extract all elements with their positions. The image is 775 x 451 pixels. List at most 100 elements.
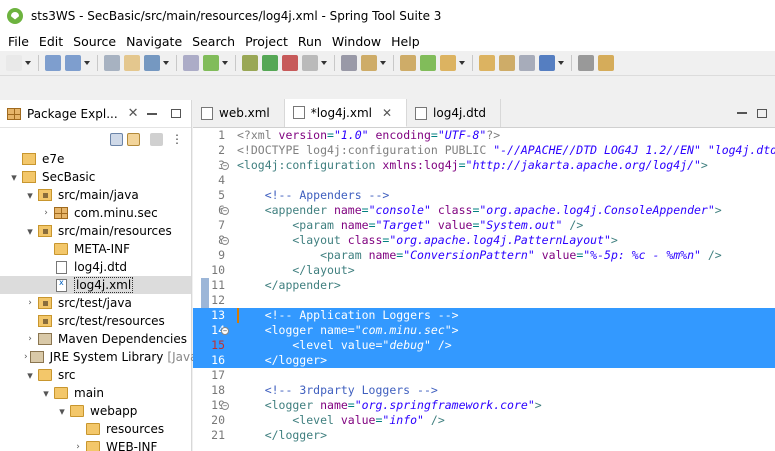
dropdown-arrow-icon[interactable] bbox=[558, 61, 564, 65]
code-line[interactable]: 20 <level value="info" /> bbox=[193, 413, 775, 428]
close-icon[interactable]: ✕ bbox=[128, 106, 139, 121]
dropdown-arrow-icon[interactable] bbox=[84, 61, 90, 65]
minimize-icon[interactable] bbox=[147, 112, 157, 115]
tree-item[interactable]: e7e bbox=[0, 150, 191, 168]
code-line[interactable]: 1 <?xml version="1.0" encoding="UTF-8"?> bbox=[193, 128, 775, 143]
tree-item[interactable]: ▾ src/main/java bbox=[0, 186, 191, 204]
fold-toggle-icon[interactable]: − bbox=[221, 207, 229, 215]
minimize-icon[interactable] bbox=[737, 112, 747, 114]
pin-icon[interactable] bbox=[578, 55, 594, 71]
collapsed-icon[interactable]: › bbox=[24, 352, 28, 362]
new-icon[interactable] bbox=[6, 55, 22, 71]
editor-tab[interactable]: web.xml bbox=[193, 99, 285, 127]
menu-project[interactable]: Project bbox=[241, 34, 294, 49]
menu-source[interactable]: Source bbox=[69, 34, 122, 49]
code-line[interactable]: 14− <logger name="com.minu.sec"> bbox=[193, 323, 775, 338]
tree-item[interactable]: ▾ src bbox=[0, 366, 191, 384]
code-line[interactable]: 19− <logger name="org.springframework.co… bbox=[193, 398, 775, 413]
code-line[interactable]: 6− <appender name="console" class="org.a… bbox=[193, 203, 775, 218]
menu-file[interactable]: File bbox=[4, 34, 35, 49]
close-icon[interactable]: ✕ bbox=[382, 106, 392, 120]
code-line[interactable]: 15 <level value="debug" /> bbox=[193, 338, 775, 353]
expanded-icon[interactable]: ▾ bbox=[24, 189, 36, 202]
tree-item[interactable]: › src/test/java bbox=[0, 294, 191, 312]
tree-item[interactable]: src/test/resources bbox=[0, 312, 191, 330]
code-line[interactable]: 8− <layout class="org.apache.log4j.Patte… bbox=[193, 233, 775, 248]
print-icon[interactable] bbox=[104, 55, 120, 71]
spring-boot-icon[interactable] bbox=[203, 55, 219, 71]
package-explorer-tab[interactable]: Package Expl... ✕ bbox=[0, 100, 191, 128]
menu-run[interactable]: Run bbox=[294, 34, 328, 49]
fold-toggle-icon[interactable]: − bbox=[221, 402, 229, 410]
tree-item[interactable]: › WEB-INF bbox=[0, 438, 191, 451]
menu-window[interactable]: Window bbox=[328, 34, 387, 49]
tree-item[interactable]: log4j.dtd bbox=[0, 258, 191, 276]
menu-navigate[interactable]: Navigate bbox=[122, 34, 188, 49]
expanded-icon[interactable]: ▾ bbox=[56, 405, 68, 418]
code-line[interactable]: 18 <!-- 3rdparty Loggers --> bbox=[193, 383, 775, 398]
tree-item[interactable]: log4j.xml bbox=[0, 276, 191, 294]
stop-icon[interactable] bbox=[302, 55, 318, 71]
link-with-editor-icon[interactable] bbox=[127, 132, 140, 146]
tree-item[interactable]: › Maven Dependencies bbox=[0, 330, 191, 348]
debug-icon[interactable] bbox=[242, 55, 258, 71]
code-line[interactable]: 21 </logger> bbox=[193, 428, 775, 443]
code-line[interactable]: 17 bbox=[193, 368, 775, 383]
dropdown-arrow-icon[interactable] bbox=[459, 61, 465, 65]
dropdown-arrow-icon[interactable] bbox=[321, 61, 327, 65]
search-icon[interactable] bbox=[183, 55, 199, 71]
open-folder-icon[interactable] bbox=[440, 55, 456, 71]
editor-tab[interactable]: *log4j.xml ✕ bbox=[284, 99, 408, 127]
new-java-icon[interactable] bbox=[361, 55, 377, 71]
code-line[interactable]: 9 <param name="ConversionPattern" value=… bbox=[193, 248, 775, 263]
tree-item[interactable]: ▾ webapp bbox=[0, 402, 191, 420]
tree-item[interactable]: resources bbox=[0, 420, 191, 438]
dropdown-arrow-icon[interactable] bbox=[222, 61, 228, 65]
code-line[interactable]: 10 </layout> bbox=[193, 263, 775, 278]
console-icon[interactable] bbox=[144, 55, 160, 71]
collapsed-icon[interactable]: › bbox=[24, 298, 36, 308]
expanded-icon[interactable]: ▾ bbox=[24, 225, 36, 238]
globe-icon[interactable] bbox=[539, 55, 555, 71]
dropdown-arrow-icon[interactable] bbox=[163, 61, 169, 65]
collapse-all-icon[interactable] bbox=[110, 132, 123, 146]
link-icon[interactable] bbox=[519, 55, 535, 71]
code-line[interactable]: 5 <!-- Appenders --> bbox=[193, 188, 775, 203]
tree-item[interactable]: ▾ src/main/resources bbox=[0, 222, 191, 240]
save-all-icon[interactable] bbox=[65, 55, 81, 71]
tree-item[interactable]: ▾ SecBasic bbox=[0, 168, 191, 186]
run-icon[interactable] bbox=[262, 55, 278, 71]
collapsed-icon[interactable]: › bbox=[72, 442, 84, 451]
next-annotation-icon[interactable] bbox=[598, 55, 614, 71]
code-line[interactable]: 2 <!DOCTYPE log4j:configuration PUBLIC "-… bbox=[193, 143, 775, 158]
server-start-icon[interactable] bbox=[282, 55, 298, 71]
new-package-icon[interactable] bbox=[400, 55, 416, 71]
menu-search[interactable]: Search bbox=[188, 34, 241, 49]
dropdown-arrow-icon[interactable] bbox=[380, 61, 386, 65]
code-line[interactable]: 12 bbox=[193, 293, 775, 308]
git-icon[interactable] bbox=[499, 55, 515, 71]
code-line[interactable]: 11 </appender> bbox=[193, 278, 775, 293]
focus-icon[interactable] bbox=[150, 132, 163, 146]
view-menu-icon[interactable]: ⋮ bbox=[171, 132, 183, 146]
maximize-icon[interactable] bbox=[757, 109, 767, 118]
code-line[interactable]: 3−<log4j:configuration xmlns:log4j="http… bbox=[193, 158, 775, 173]
open-type-icon[interactable] bbox=[124, 55, 140, 71]
tree-item[interactable]: META-INF bbox=[0, 240, 191, 258]
code-area[interactable]: 1 <?xml version="1.0" encoding="UTF-8"?> 2… bbox=[193, 128, 775, 451]
menu-help[interactable]: Help bbox=[387, 34, 426, 49]
save-icon[interactable] bbox=[45, 55, 61, 71]
editor-tab[interactable]: log4j.dtd bbox=[407, 99, 502, 127]
fold-toggle-icon[interactable]: − bbox=[221, 237, 229, 245]
code-line[interactable]: 13 <!-- Application Loggers --> bbox=[193, 308, 775, 323]
collapsed-icon[interactable]: › bbox=[40, 208, 52, 218]
expanded-icon[interactable]: ▾ bbox=[40, 387, 52, 400]
expanded-icon[interactable]: ▾ bbox=[24, 369, 36, 382]
refresh-icon[interactable] bbox=[420, 55, 436, 71]
tree-item[interactable]: ▾ main bbox=[0, 384, 191, 402]
code-line[interactable]: 4 bbox=[193, 173, 775, 188]
dropdown-arrow-icon[interactable] bbox=[25, 61, 31, 65]
deploy-icon[interactable] bbox=[341, 55, 357, 71]
fold-toggle-icon[interactable]: − bbox=[221, 327, 229, 335]
tree-item[interactable]: › JRE System Library [Java bbox=[0, 348, 197, 366]
